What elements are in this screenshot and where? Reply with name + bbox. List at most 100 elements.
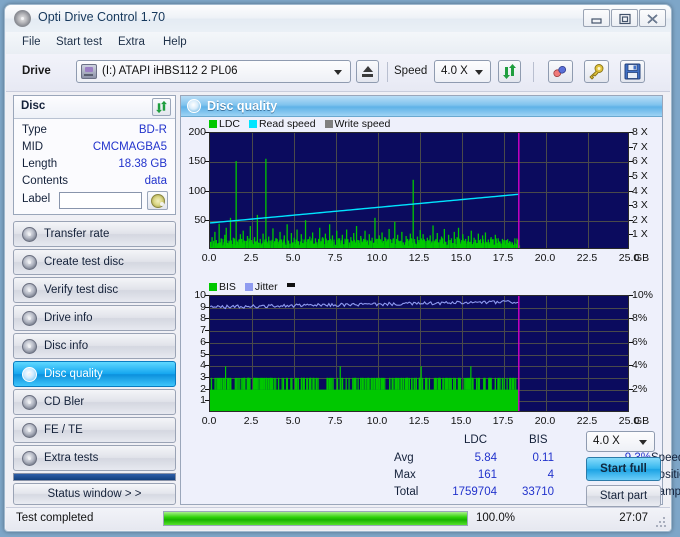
sidebar-item-label: FE / TE bbox=[44, 424, 83, 436]
cd-icon bbox=[151, 194, 165, 208]
x-axis-tick: 7.5 bbox=[327, 252, 343, 264]
sidebar-item-label: Verify test disc bbox=[44, 284, 119, 296]
drive-select[interactable]: (I:) ATAPI iHBS112 2 PL06 bbox=[76, 60, 351, 83]
y2-axis-tick: 7 X bbox=[632, 140, 648, 153]
minimize-button[interactable] bbox=[583, 9, 610, 27]
close-button[interactable] bbox=[639, 9, 666, 27]
sidebar-item-fe-te[interactable]: FE / TE bbox=[13, 417, 176, 443]
menu-bar: File Start test Extra Help bbox=[6, 32, 670, 55]
eject-button[interactable] bbox=[356, 60, 379, 83]
key-button[interactable] bbox=[584, 60, 609, 83]
menu-start-test[interactable]: Start test bbox=[54, 36, 104, 48]
chevron-down-icon bbox=[639, 440, 647, 445]
y2-axis-tick: 2 X bbox=[632, 213, 648, 226]
menu-help[interactable]: Help bbox=[161, 36, 189, 48]
disc-row-mid-value: CMCMAGBA5 bbox=[92, 141, 167, 153]
x-axis-unit-label: GB bbox=[634, 252, 650, 264]
sidebar-item-label: Extra tests bbox=[44, 452, 99, 464]
sidebar-item-verify-test-disc[interactable]: Verify test disc bbox=[13, 277, 176, 303]
x-axis-tick: 20.0 bbox=[534, 415, 556, 427]
speed-select[interactable]: 4.0 X bbox=[434, 60, 491, 83]
sidebar-item-create-test-disc[interactable]: Create test disc bbox=[13, 249, 176, 275]
disc-row-length-key: Length bbox=[22, 158, 58, 170]
disc-icon bbox=[22, 423, 37, 438]
save-button[interactable] bbox=[620, 60, 645, 83]
legend-swatch-write-speed bbox=[324, 120, 333, 128]
disc-refresh-button[interactable] bbox=[152, 98, 171, 116]
stats-row-total-key: Total bbox=[394, 486, 419, 498]
x-axis-tick: 22.5 bbox=[576, 252, 598, 264]
y2-axis-tick-mark bbox=[629, 146, 633, 148]
toolbar-separator bbox=[533, 62, 534, 82]
progress-strip bbox=[13, 473, 176, 481]
progress-bar-fill bbox=[164, 512, 467, 525]
status-text: Test completed bbox=[16, 512, 94, 524]
sidebar-item-extra-tests[interactable]: Extra tests bbox=[13, 445, 176, 471]
chevron-down-icon bbox=[475, 70, 483, 75]
y2-axis-tick: 8 X bbox=[632, 126, 648, 138]
x-axis-tick: 20.0 bbox=[534, 252, 556, 264]
disc-label-input[interactable] bbox=[59, 192, 142, 209]
y2-axis-tick-mark bbox=[629, 132, 633, 133]
legend-label-jitter: Jitter bbox=[254, 281, 278, 293]
disc-icon bbox=[22, 311, 37, 326]
legend-swatch-read-speed bbox=[248, 120, 257, 128]
y-axis-tick-mark bbox=[205, 190, 209, 192]
page-title: Disc quality bbox=[207, 99, 278, 113]
sidebar-item-cd-bler[interactable]: CD Bler bbox=[13, 389, 176, 415]
legend-swatch-ldc bbox=[209, 120, 217, 128]
disc-label-cd-button[interactable] bbox=[147, 191, 168, 210]
y-axis-tick-mark bbox=[205, 341, 209, 343]
legend-swatch-bis bbox=[209, 283, 217, 291]
y-axis-tick-mark bbox=[205, 353, 209, 355]
y2-axis-tick-mark bbox=[629, 295, 633, 296]
disc-row-length: Length 18.38 GB bbox=[22, 158, 167, 174]
status-window-button[interactable]: Status window > > bbox=[13, 483, 176, 505]
menu-file[interactable]: File bbox=[20, 36, 43, 48]
start-part-button[interactable]: Start part bbox=[586, 485, 661, 507]
disc-icon bbox=[22, 255, 37, 270]
refresh-button[interactable] bbox=[498, 60, 521, 83]
resize-grip[interactable] bbox=[656, 517, 666, 527]
y2-axis-tick-mark bbox=[629, 190, 633, 192]
test-speed-value: 4.0 X bbox=[593, 435, 620, 447]
progress-bar bbox=[163, 511, 468, 526]
y2-axis-tick: 6% bbox=[632, 335, 648, 348]
progress-percent: 100.0% bbox=[476, 512, 516, 524]
start-full-button[interactable]: Start full bbox=[586, 457, 661, 481]
disc-icon bbox=[22, 283, 37, 298]
sidebar-item-label: Create test disc bbox=[44, 256, 124, 268]
y2-axis-tick-mark bbox=[629, 318, 633, 320]
disc-row-length-value: 18.38 GB bbox=[118, 158, 167, 170]
sidebar-item-disc-info[interactable]: Disc info bbox=[13, 333, 176, 359]
sidebar-item-disc-quality[interactable]: Disc quality bbox=[13, 361, 176, 387]
x-axis-tick: 12.5 bbox=[408, 252, 430, 264]
disc-row-mid-key: MID bbox=[22, 141, 44, 153]
y2-axis-tick-mark bbox=[629, 161, 633, 163]
menu-extra[interactable]: Extra bbox=[116, 36, 147, 48]
y2-axis-tick: 1 X bbox=[632, 228, 648, 241]
status-bar: Test completed 100.0% 27:07 bbox=[6, 507, 670, 530]
test-speed-select[interactable]: 4.0 X bbox=[586, 431, 655, 452]
disc-info-box: Disc Type BD-R MID CMCMAGBA5 Length 18.3… bbox=[13, 95, 176, 215]
x-axis-tick: 15.0 bbox=[450, 415, 472, 427]
y2-axis-tick: 3 X bbox=[632, 199, 648, 212]
sidebar-item-drive-info[interactable]: Drive info bbox=[13, 305, 176, 331]
sidebar-item-label: Disc quality bbox=[44, 368, 103, 380]
ldc-speed-chart: LDC Read speed Write speed 50 100 150 200 1 … bbox=[188, 118, 649, 264]
nav-list: Transfer rate Create test disc Verify te… bbox=[13, 221, 176, 473]
stats-avg-bis: 0.11 bbox=[532, 452, 554, 464]
sidebar-item-transfer-rate[interactable]: Transfer rate bbox=[13, 221, 176, 247]
y-axis-tick-mark bbox=[205, 330, 209, 332]
sidebar-item-label: Disc info bbox=[44, 340, 89, 352]
disc-icon bbox=[22, 451, 37, 466]
stats-total-bis: 33710 bbox=[522, 486, 554, 498]
ldc-speed-plot bbox=[209, 132, 629, 249]
disc-icon bbox=[22, 395, 37, 410]
pill-button[interactable] bbox=[548, 60, 573, 83]
stats-avg-ldc: 5.84 bbox=[474, 452, 497, 464]
x-axis-tick: 2.5 bbox=[243, 252, 259, 264]
speed-label: Speed bbox=[394, 65, 428, 77]
y2-axis-tick-mark bbox=[629, 341, 633, 343]
maximize-button[interactable] bbox=[611, 9, 638, 27]
